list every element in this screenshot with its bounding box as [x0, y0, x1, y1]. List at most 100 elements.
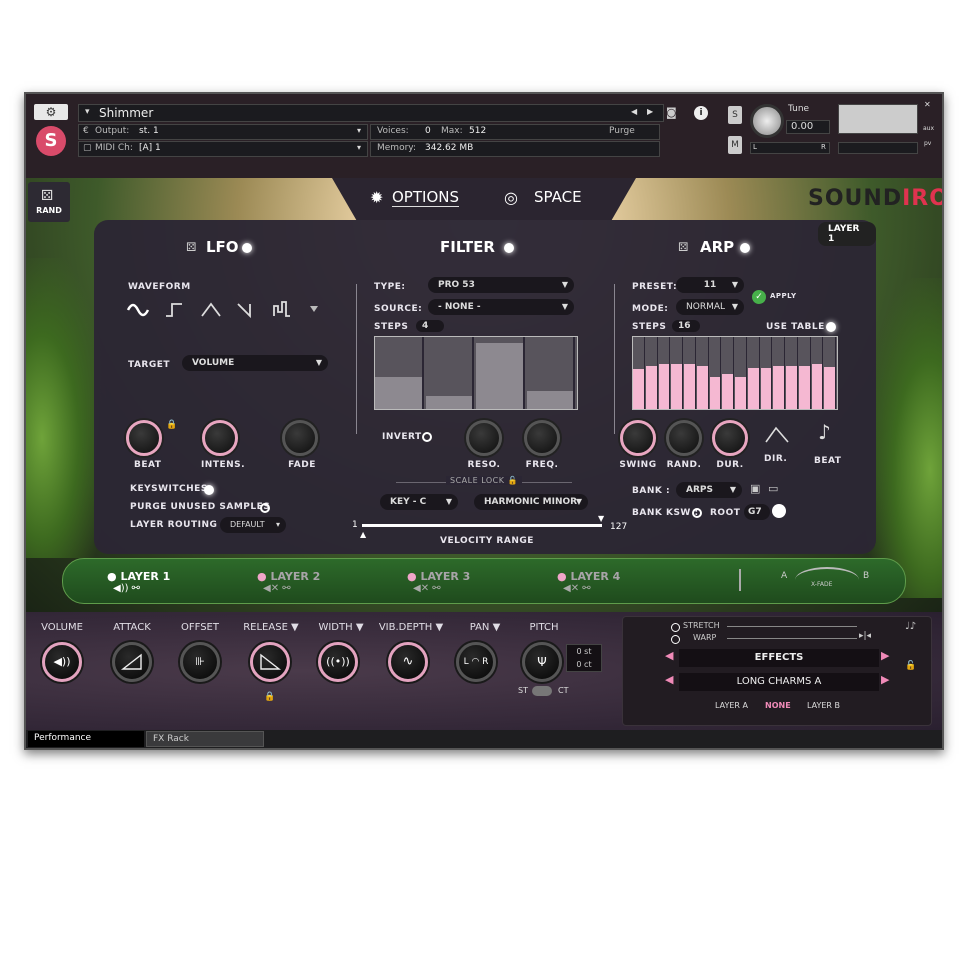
- step-column[interactable]: [722, 337, 734, 409]
- step-column[interactable]: [526, 337, 575, 409]
- rand-button[interactable]: ⚄ RAND: [28, 182, 70, 222]
- velocity-low-handle[interactable]: ▲: [360, 530, 366, 539]
- fx-preset-next-icon[interactable]: ▶: [881, 673, 889, 686]
- mute-icon[interactable]: ◀✕ ⚯: [413, 583, 441, 594]
- xfade-slider[interactable]: [795, 567, 859, 593]
- reso-knob[interactable]: [466, 420, 502, 456]
- next-icon[interactable]: ▶: [647, 107, 653, 116]
- triangle-wave-icon[interactable]: [201, 302, 221, 317]
- root-value[interactable]: G7: [744, 504, 770, 520]
- step-column[interactable]: [375, 337, 424, 409]
- arp-rand-knob[interactable]: [666, 420, 702, 456]
- step-column[interactable]: [824, 337, 836, 409]
- prev-icon[interactable]: ◀: [631, 107, 637, 116]
- dice-icon[interactable]: ⚄: [678, 240, 688, 254]
- step-column[interactable]: [798, 337, 811, 409]
- check-icon[interactable]: ✓: [752, 290, 766, 304]
- filter-source-dropdown[interactable]: - NONE - ▼: [428, 299, 574, 315]
- lock-icon[interactable]: 🔓: [508, 476, 518, 485]
- warp-toggle[interactable]: [671, 635, 680, 644]
- lfo-fade-knob[interactable]: [282, 420, 318, 456]
- dur-knob[interactable]: [712, 420, 748, 456]
- tab-fx-rack[interactable]: FX Rack: [146, 731, 264, 747]
- step-column[interactable]: [671, 337, 683, 409]
- pan-slider[interactable]: L R: [750, 142, 830, 154]
- lock-icon[interactable]: 🔒: [166, 420, 177, 430]
- step-column[interactable]: [760, 337, 773, 409]
- camera-icon[interactable]: ◙: [666, 106, 677, 119]
- close-icon[interactable]: ✕: [924, 100, 931, 109]
- speaker-icon[interactable]: ◀)) ⚯: [113, 583, 140, 594]
- arp-mode-dropdown[interactable]: NORMAL ▼: [676, 299, 744, 315]
- note-icon[interactable]: ♪: [818, 420, 831, 444]
- purge-button[interactable]: Purge: [609, 126, 635, 136]
- key-dropdown[interactable]: KEY - C ▼: [380, 494, 458, 510]
- release-label[interactable]: RELEASE ▼: [240, 622, 302, 633]
- fx-layer-a[interactable]: LAYER A: [715, 701, 748, 710]
- midi-selector[interactable]: ▢ MIDI Ch: [A] 1 ▾: [78, 141, 368, 157]
- tune-knob[interactable]: [750, 104, 784, 138]
- width-knob[interactable]: ((•)): [318, 642, 358, 682]
- vib-depth-label[interactable]: VIB.DEPTH ▼: [374, 622, 448, 633]
- tab-space[interactable]: SPACE: [534, 188, 582, 206]
- waveform-more-icon[interactable]: [310, 306, 318, 312]
- tab-options[interactable]: OPTIONS: [392, 188, 459, 207]
- step-column[interactable]: [645, 337, 658, 409]
- lock-icon[interactable]: 🔒: [264, 692, 275, 702]
- volume-knob[interactable]: ◀)): [42, 642, 82, 682]
- output-selector[interactable]: € Output: st. 1 ▾: [78, 124, 368, 140]
- stretch-toggle[interactable]: [671, 623, 680, 632]
- direction-icon[interactable]: [764, 424, 790, 444]
- instrument-name-bar[interactable]: ▾ Shimmer ◀ ▶: [78, 104, 664, 122]
- pan-knob[interactable]: L ◠ R: [456, 642, 496, 682]
- mute-icon[interactable]: ◀✕ ⚯: [563, 583, 591, 594]
- arp-step-sequencer[interactable]: [632, 336, 838, 410]
- apply-button[interactable]: APPLY: [770, 292, 797, 300]
- bank-dropdown[interactable]: ARPS ▼: [676, 482, 742, 498]
- lfo-intensity-knob[interactable]: [202, 420, 238, 456]
- release-knob[interactable]: [250, 642, 290, 682]
- fx-preset-selector[interactable]: LONG CHARMS A: [679, 673, 879, 691]
- layer-2[interactable]: ● LAYER 2: [257, 565, 320, 584]
- attack-knob[interactable]: [112, 642, 152, 682]
- swing-knob[interactable]: [620, 420, 656, 456]
- layer-routing-dropdown[interactable]: DEFAULT ▾: [220, 517, 286, 533]
- step-column[interactable]: [425, 337, 474, 409]
- step-column[interactable]: [773, 337, 785, 409]
- offset-knob[interactable]: ⊪: [180, 642, 220, 682]
- velocity-high-handle[interactable]: ▼: [598, 514, 604, 523]
- pitch-display[interactable]: 0 st 0 ct: [566, 644, 602, 672]
- filter-steps-value[interactable]: 4: [416, 320, 444, 332]
- save-icon[interactable]: ▣: [750, 482, 760, 495]
- sine-wave-icon[interactable]: [126, 303, 150, 317]
- lfo-beat-knob[interactable]: [126, 420, 162, 456]
- bank-ksw-toggle[interactable]: [692, 508, 702, 518]
- pv-button[interactable]: pv: [924, 140, 931, 147]
- layer-4[interactable]: ● LAYER 4: [557, 565, 620, 584]
- unlock-icon[interactable]: 🔓: [905, 661, 916, 671]
- scale-dropdown[interactable]: HARMONIC MINOR ▼: [474, 494, 588, 510]
- filter-step-sequencer[interactable]: [374, 336, 578, 410]
- freq-knob[interactable]: [524, 420, 560, 456]
- square-wave-icon[interactable]: [166, 303, 182, 317]
- collapse-icon[interactable]: ▾: [85, 107, 90, 117]
- velocity-range-slider[interactable]: [362, 524, 602, 527]
- step-column[interactable]: [786, 337, 798, 409]
- stretch-slider[interactable]: [727, 626, 857, 627]
- wrench-icon[interactable]: ⚙: [34, 104, 68, 120]
- random-wave-icon[interactable]: [273, 301, 290, 317]
- step-column[interactable]: [735, 337, 747, 409]
- effects-next-icon[interactable]: ▶: [881, 649, 889, 662]
- step-column[interactable]: [684, 337, 696, 409]
- width-label[interactable]: WIDTH ▼: [310, 622, 372, 633]
- mute-button[interactable]: M: [728, 136, 742, 154]
- layer-1[interactable]: ● LAYER 1: [107, 565, 170, 584]
- fx-layer-b[interactable]: LAYER B: [807, 701, 840, 710]
- expand-icon[interactable]: ▸|◂: [859, 631, 871, 641]
- fx-layer-none[interactable]: NONE: [765, 701, 791, 710]
- step-column[interactable]: [658, 337, 671, 409]
- saw-wave-icon[interactable]: [237, 303, 251, 319]
- keyswitches-toggle[interactable]: [204, 485, 214, 495]
- step-column[interactable]: [696, 337, 709, 409]
- vib-depth-knob[interactable]: ∿: [388, 642, 428, 682]
